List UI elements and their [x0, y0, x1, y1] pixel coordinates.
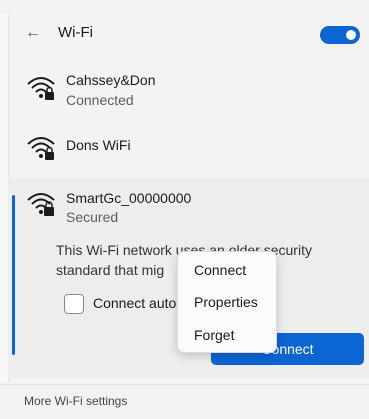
wifi-secured-icon [27, 193, 55, 216]
connect-automatically-label: Connect auto [93, 295, 177, 311]
context-menu: Connect Properties Forget [177, 251, 277, 353]
back-arrow-icon[interactable]: ← [22, 22, 44, 44]
menu-item-forget[interactable]: Forget [194, 327, 234, 343]
network-name: Dons WiFi [66, 137, 131, 153]
menu-item-connect[interactable]: Connect [194, 262, 246, 278]
wifi-secured-icon [27, 77, 55, 100]
network-status: Secured [66, 209, 119, 225]
footer: More Wi-Fi settings [0, 384, 369, 419]
wifi-panel: ← Wi-Fi Cahssey&Don Connected Dons WiFi [0, 0, 369, 419]
warning-line-2-left: standard that mig [56, 262, 165, 278]
more-wifi-settings-link[interactable]: More Wi-Fi settings [24, 394, 127, 408]
connect-automatically-checkbox[interactable] [64, 294, 84, 314]
network-item-dons-wifi[interactable]: Dons WiFi [8, 128, 369, 164]
network-item-smartgc[interactable]: SmartGc_00000000 Secured [8, 186, 369, 232]
page-title: Wi-Fi [58, 24, 93, 41]
wifi-toggle[interactable] [320, 26, 360, 44]
toggle-knob [346, 30, 356, 40]
network-status: Connected [66, 92, 134, 108]
wifi-secured-icon [27, 137, 55, 160]
network-name: SmartGc_00000000 [66, 190, 192, 206]
network-name: Cahssey&Don [66, 72, 156, 88]
menu-item-properties[interactable]: Properties [194, 294, 258, 310]
network-item-cahssey[interactable]: Cahssey&Don Connected [8, 68, 369, 114]
wifi-header: ← Wi-Fi [8, 16, 369, 54]
